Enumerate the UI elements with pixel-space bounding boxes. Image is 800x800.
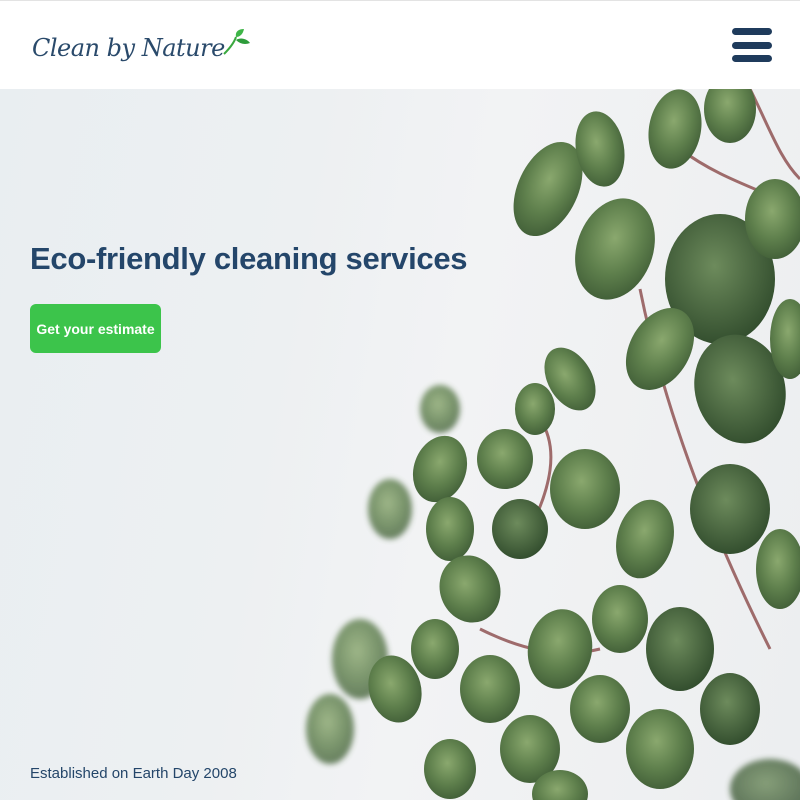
menu-bar	[732, 55, 772, 62]
established-note: Established on Earth Day 2008	[30, 765, 237, 782]
menu-bar	[732, 28, 772, 35]
menu-bar	[732, 41, 772, 49]
hero-section: Eco-friendly cleaning services Get your …	[0, 89, 800, 800]
get-estimate-button[interactable]: Get your estimate	[30, 304, 161, 353]
site-header: Clean by Nature	[0, 0, 800, 89]
plant-image	[306, 89, 800, 800]
leaf-sprout-icon	[223, 29, 250, 55]
logo-text: Clean by Nature	[32, 34, 225, 62]
logo[interactable]: Clean by Nature	[32, 28, 251, 62]
hero-title: Eco-friendly cleaning services	[30, 241, 468, 276]
hamburger-menu-icon[interactable]	[732, 27, 772, 63]
